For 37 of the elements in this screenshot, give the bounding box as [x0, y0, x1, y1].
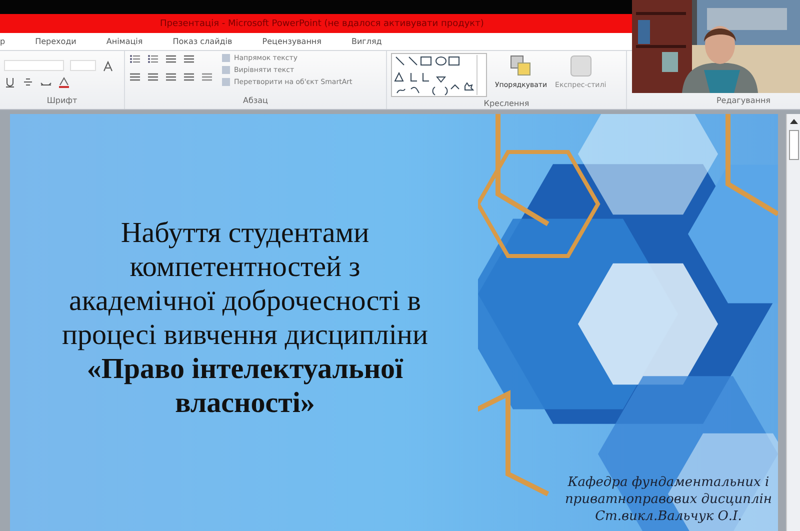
- numbered-list-icon[interactable]: [147, 53, 159, 65]
- signature-line: Кафедра фундаментальних і: [568, 474, 770, 491]
- align-center-icon[interactable]: [147, 71, 159, 83]
- ribbon-tab[interactable]: Показ слайдів: [158, 37, 248, 46]
- shapes-gallery[interactable]: [391, 53, 487, 97]
- grow-font-icon[interactable]: [102, 60, 114, 72]
- ribbon-tab[interactable]: р: [0, 37, 20, 46]
- slide-title-line: Набуття студентами: [120, 216, 370, 250]
- ribbon-tab[interactable]: Вигляд: [336, 37, 397, 46]
- ribbon-tab[interactable]: Переходи: [20, 37, 92, 46]
- ribbon-tab[interactable]: Рецензування: [247, 37, 336, 46]
- font-size-field[interactable]: [70, 60, 96, 71]
- quick-styles-icon: [568, 53, 594, 79]
- group-label: Креслення: [484, 99, 530, 109]
- underline-icon[interactable]: [4, 76, 16, 88]
- slide-title-line: власності»: [175, 386, 315, 420]
- bullet-list-icon[interactable]: [129, 53, 141, 65]
- font-color-icon[interactable]: [58, 76, 70, 88]
- justify-icon[interactable]: [183, 71, 195, 83]
- slide-title-line: «Право інтелектуальної: [86, 352, 404, 386]
- font-name-field[interactable]: [4, 60, 64, 71]
- ribbon-tab[interactable]: Анімація: [91, 37, 158, 46]
- group-label: Шрифт: [46, 96, 78, 107]
- slide-title-line: процесі вивчення дисципліни: [62, 318, 428, 352]
- align-right-icon[interactable]: [165, 71, 177, 83]
- slide-title-line: академічної доброчесності в: [69, 284, 421, 318]
- align-left-icon[interactable]: [129, 71, 141, 83]
- scroll-thumb-icon[interactable]: [788, 130, 798, 160]
- signature-line: Ст.викл.Вальчук О.І.: [595, 508, 742, 525]
- scroll-up-icon[interactable]: [790, 118, 798, 124]
- group-label: Абзац: [242, 96, 268, 107]
- scrollbar[interactable]: [786, 114, 800, 531]
- slide-title-line: компетентностей з: [130, 250, 360, 284]
- group-label: Редагування: [716, 96, 770, 107]
- strikethrough-icon[interactable]: [22, 76, 34, 88]
- window-title: Презентація - Microsoft PowerPoint (не вдалося активувати продукт): [160, 18, 484, 28]
- signature-line: приватноправових дисциплін: [564, 491, 772, 508]
